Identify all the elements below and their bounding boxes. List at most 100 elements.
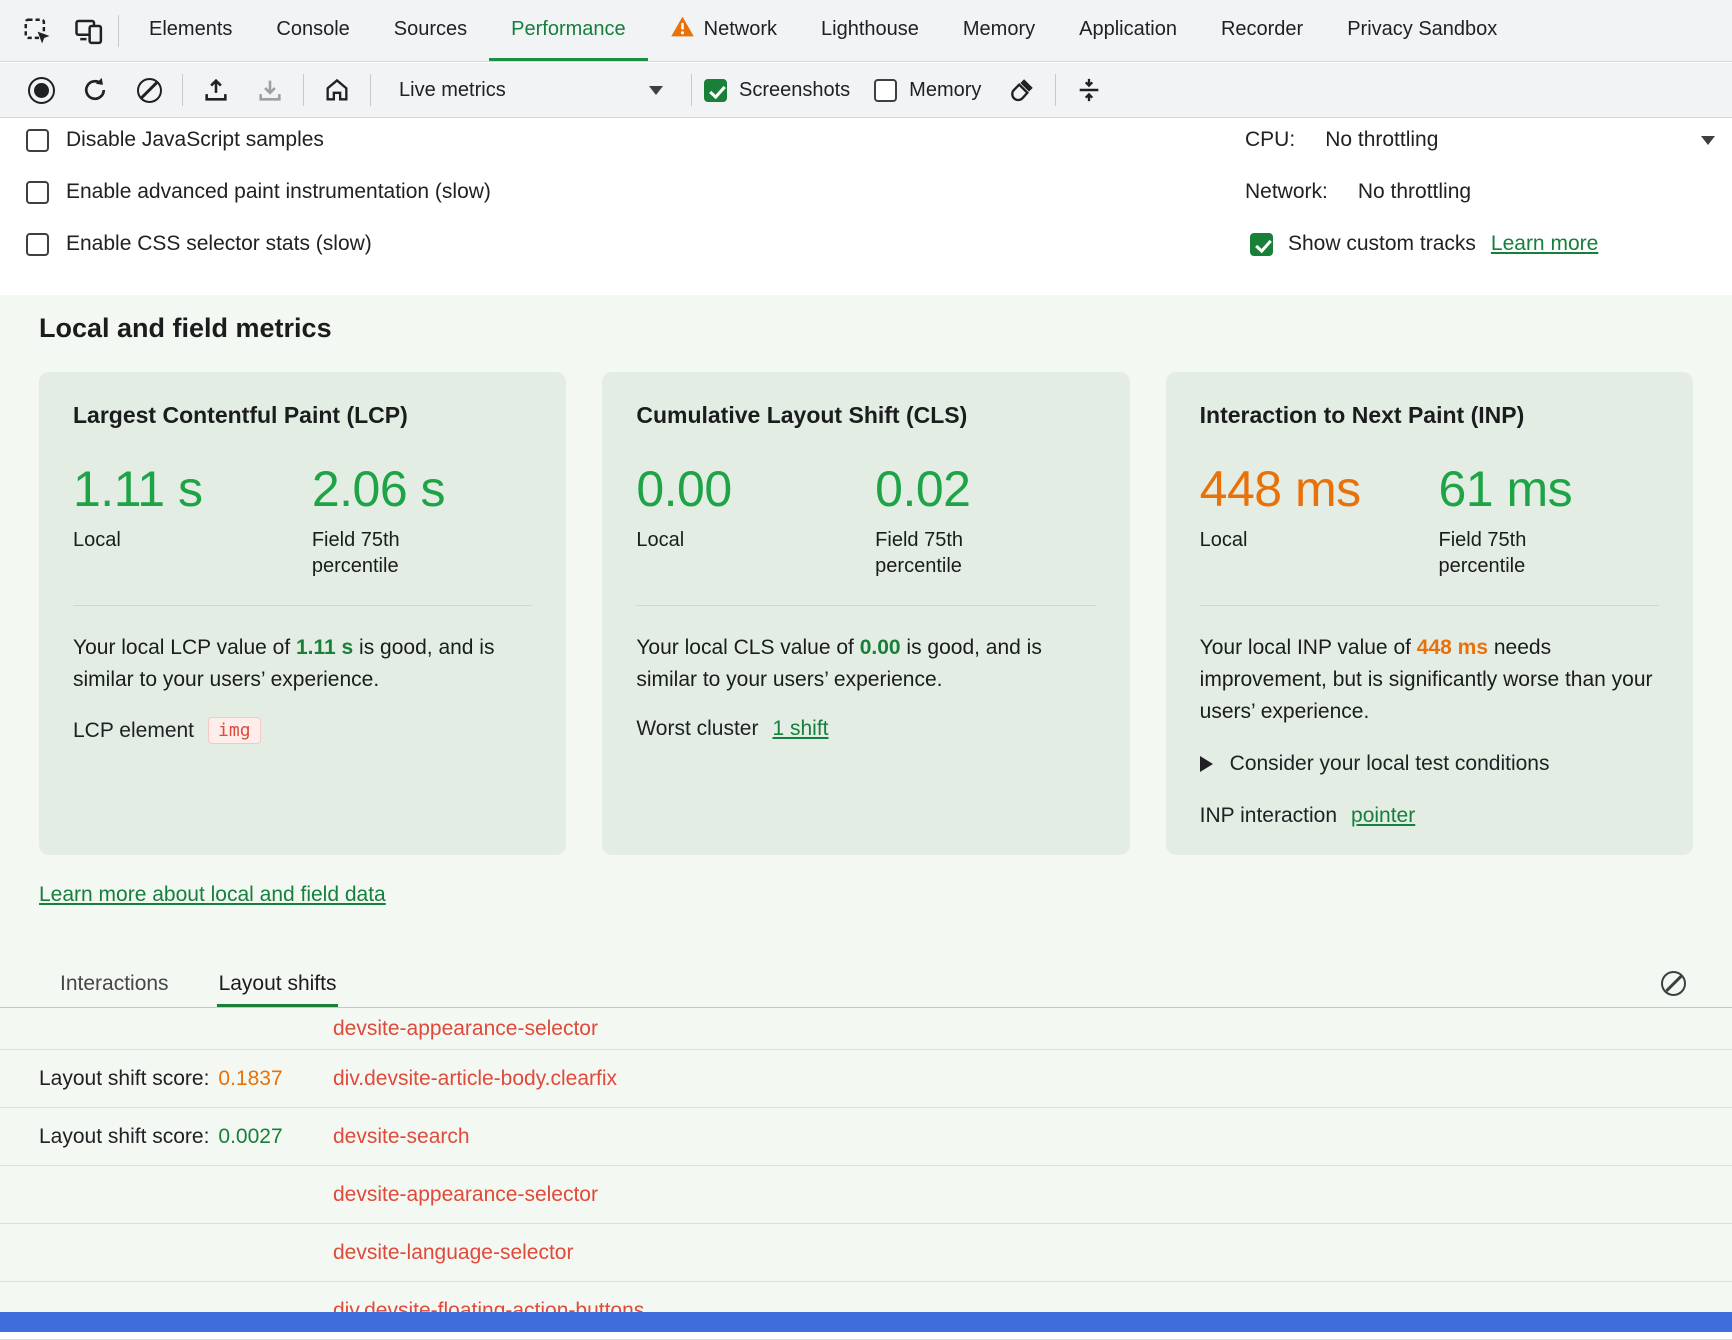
layout-shifts-table: devsite-appearance-selector Layout shift… (0, 1008, 1732, 1340)
layout-shift-row: devsite-language-selector (0, 1224, 1732, 1282)
layout-shift-row: Layout shift score: 0.1837 div.devsite-a… (0, 1050, 1732, 1108)
reload-and-record-button[interactable] (74, 69, 116, 111)
lcp-element-row: LCP element img (73, 717, 532, 744)
css-selector-stats-checkbox[interactable] (26, 233, 49, 256)
layout-shift-row: devsite-appearance-selector (0, 1008, 1732, 1050)
tab-bar-icons (0, 0, 118, 61)
metric-card-cls: Cumulative Layout Shift (CLS) 0.00 Local… (602, 372, 1129, 855)
metric-card-inp: Interaction to Next Paint (INP) 448 ms L… (1166, 372, 1693, 855)
clear-log-icon[interactable] (1661, 971, 1686, 996)
metric-card-lcp: Largest Contentful Paint (LCP) 1.11 s Lo… (39, 372, 566, 855)
memory-label: Memory (909, 79, 981, 102)
device-toolbar-icon[interactable] (68, 10, 110, 52)
css-selector-stats-label: Enable CSS selector stats (slow) (66, 232, 372, 256)
divider (636, 605, 1095, 606)
tab-layout-shifts[interactable]: Layout shifts (217, 963, 339, 1007)
tab-network[interactable]: Network (648, 0, 799, 61)
screenshots-checkbox[interactable] (704, 79, 727, 102)
layout-shift-row: devsite-appearance-selector (0, 1166, 1732, 1224)
clear-button[interactable] (128, 69, 170, 111)
inp-local-label: Local (1200, 527, 1439, 553)
separator (118, 15, 119, 47)
inp-local-value: 448 ms (1200, 463, 1439, 515)
cls-values: 0.00 Local 0.02 Field 75th percentile (636, 463, 1095, 581)
disable-js-samples-checkbox[interactable] (26, 129, 49, 152)
network-throttle-value: No throttling (1358, 180, 1471, 204)
lcp-field-label: Field 75th percentile (312, 527, 440, 579)
cls-card-title: Cumulative Layout Shift (CLS) (636, 402, 1095, 429)
network-throttle-select[interactable]: No throttling (1358, 180, 1732, 204)
cls-local-label: Local (636, 527, 875, 553)
live-metrics-home-button[interactable] (316, 69, 358, 111)
cls-desc-value: 0.00 (860, 636, 901, 659)
cls-field-value: 0.02 (875, 463, 1095, 515)
cpu-throttle-select[interactable]: No throttling (1325, 128, 1715, 152)
tab-lighthouse[interactable]: Lighthouse (799, 0, 941, 61)
tab-console[interactable]: Console (254, 0, 371, 61)
tab-application[interactable]: Application (1057, 0, 1199, 61)
tab-memory[interactable]: Memory (941, 0, 1057, 61)
page-bottom-strip (0, 1312, 1732, 1332)
tab-elements[interactable]: Elements (127, 0, 254, 61)
screenshots-toggle: Screenshots (704, 79, 850, 102)
tab-recorder[interactable]: Recorder (1199, 0, 1325, 61)
download-icon (256, 76, 284, 104)
tab-privacy-sandbox[interactable]: Privacy Sandbox (1325, 0, 1519, 61)
view-mode-select[interactable]: Live metrics (383, 69, 679, 111)
logs-tab-bar: Interactions Layout shifts (0, 963, 1732, 1008)
advanced-paint-checkbox[interactable] (26, 181, 49, 204)
shift-node-link[interactable]: devsite-appearance-selector (333, 1017, 598, 1041)
inp-field-value: 61 ms (1439, 463, 1659, 515)
lcp-element-node-link[interactable]: img (208, 717, 261, 744)
layout-shift-row: Layout shift score: 0.0027 devsite-searc… (0, 1108, 1732, 1166)
worst-cluster-link[interactable]: 1 shift (772, 717, 828, 741)
metric-cards: Largest Contentful Paint (LCP) 1.11 s Lo… (39, 372, 1693, 855)
tab-sources[interactable]: Sources (372, 0, 489, 61)
collect-garbage-button[interactable] (1001, 69, 1043, 111)
lcp-element-label: LCP element (73, 719, 194, 743)
custom-tracks-checkbox[interactable] (1250, 233, 1273, 256)
load-profile-button[interactable] (195, 69, 237, 111)
shift-score-value: 0.0027 (218, 1125, 282, 1149)
inspect-icon[interactable] (16, 10, 58, 52)
lcp-card-title: Largest Contentful Paint (LCP) (73, 402, 532, 429)
worst-cluster-row: Worst cluster 1 shift (636, 717, 1095, 741)
memory-checkbox[interactable] (874, 79, 897, 102)
css-selector-stats-row: Enable CSS selector stats (slow) (26, 226, 372, 262)
triangle-right-icon (1200, 756, 1213, 772)
cls-local-value: 0.00 (636, 463, 875, 515)
shift-score-label: Layout shift score: (39, 1125, 209, 1149)
record-icon (28, 77, 55, 104)
shift-node-link[interactable]: devsite-appearance-selector (333, 1183, 598, 1207)
inp-interaction-link[interactable]: pointer (1351, 804, 1415, 828)
shift-node-link[interactable]: div.devsite-article-body.clearfix (333, 1067, 617, 1091)
custom-tracks-learn-more-link[interactable]: Learn more (1491, 232, 1598, 256)
shift-node-link[interactable]: devsite-search (333, 1125, 470, 1149)
devtools-tab-bar: Elements Console Sources Performance Net… (0, 0, 1732, 62)
record-button[interactable] (20, 69, 62, 111)
inp-field-label: Field 75th percentile (1439, 527, 1567, 579)
page-title: Local and field metrics (39, 313, 332, 344)
inp-card-title: Interaction to Next Paint (INP) (1200, 402, 1659, 429)
network-throttle-row: Network: No throttling (1245, 174, 1732, 210)
save-profile-button[interactable] (249, 69, 291, 111)
network-warning-icon (670, 15, 695, 44)
screenshots-label: Screenshots (739, 79, 850, 102)
tab-interactions[interactable]: Interactions (58, 963, 171, 1007)
lcp-desc-value: 1.11 s (296, 636, 353, 659)
chevron-down-icon (1701, 136, 1715, 145)
tab-performance[interactable]: Performance (489, 0, 648, 61)
inp-description: Your local INP value of 448 ms needs imp… (1200, 632, 1659, 728)
local-test-conditions-expander[interactable]: Consider your local test conditions (1200, 752, 1659, 776)
home-icon (323, 76, 351, 104)
lcp-field-value: 2.06 s (312, 463, 532, 515)
panel-tabs: Elements Console Sources Performance Net… (127, 0, 1519, 61)
inp-interaction-row: INP interaction pointer (1200, 804, 1659, 828)
collapse-panel-button[interactable] (1068, 69, 1110, 111)
inp-values: 448 ms Local 61 ms Field 75th percentile (1200, 463, 1659, 581)
shift-node-link[interactable]: devsite-language-selector (333, 1241, 573, 1265)
live-metrics-panel: Local and field metrics Largest Contentf… (0, 295, 1732, 1332)
local-field-data-learn-more-link[interactable]: Learn more about local and field data (39, 883, 386, 907)
performance-toolbar: Live metrics Screenshots Memory (0, 63, 1732, 118)
disable-js-samples-label: Disable JavaScript samples (66, 128, 324, 152)
